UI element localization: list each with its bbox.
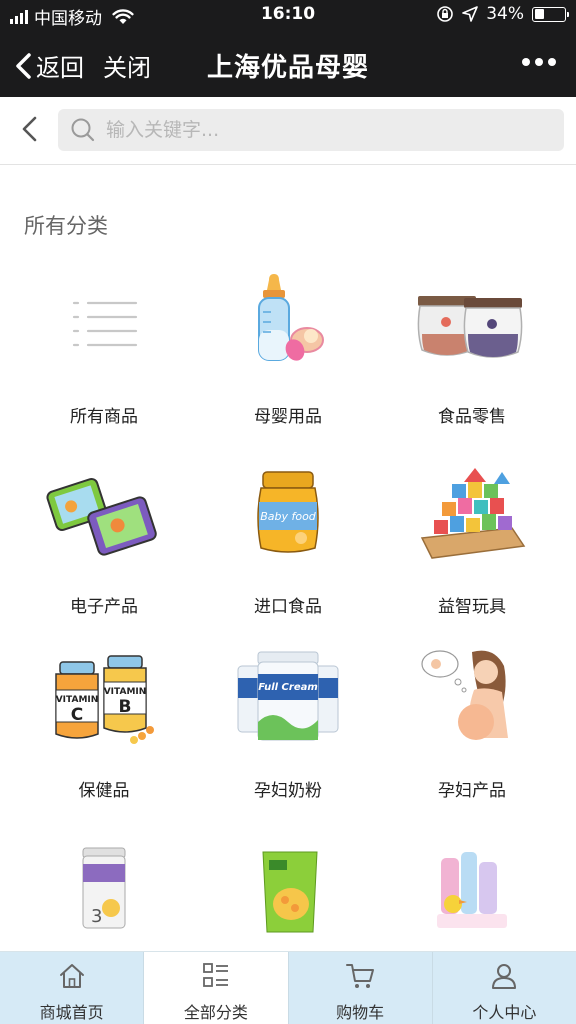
battery-fill xyxy=(534,9,545,19)
category-label: 电子产品 xyxy=(70,597,138,617)
list-icon xyxy=(44,268,164,378)
page-title: 上海优品母婴 xyxy=(206,53,369,83)
home-icon xyxy=(59,964,84,988)
category-icon xyxy=(202,963,228,987)
building-blocks-icon xyxy=(412,458,532,568)
back-button[interactable]: 返回 xyxy=(14,48,84,83)
close-button[interactable]: 关闭 xyxy=(103,48,151,83)
section-title: 所有分类 xyxy=(24,214,108,238)
svg-text:Full Cream: Full Cream xyxy=(258,682,318,693)
category-maternity-products[interactable]: 孕妇产品 xyxy=(376,642,568,801)
search-input[interactable] xyxy=(106,119,546,141)
cereal-box-icon xyxy=(228,838,348,948)
tab-profile[interactable]: 个人中心 xyxy=(432,952,576,1024)
category-maternity-milk[interactable]: Full Cream 孕妇奶粉 xyxy=(192,642,384,801)
nav-bar: 返回 关闭 上海优品母婴 xyxy=(0,30,576,97)
tab-all-categories[interactable]: 全部分类 xyxy=(144,952,289,1024)
category-label: 孕妇奶粉 xyxy=(254,781,322,801)
category-label: 母婴用品 xyxy=(254,407,322,427)
search-box[interactable] xyxy=(58,109,564,151)
tab-home[interactable]: 商城首页 xyxy=(0,952,145,1024)
category-all-products[interactable]: 所有商品 xyxy=(8,268,200,427)
user-icon xyxy=(492,964,517,989)
tab-label: 购物车 xyxy=(336,1003,385,1022)
category-imported-food[interactable]: Baby food 进口食品 xyxy=(192,458,384,617)
rotation-lock-icon xyxy=(437,6,454,22)
battery-icon xyxy=(532,6,569,22)
svg-text:VITAMIN: VITAMIN xyxy=(104,687,147,697)
back-label: 返回 xyxy=(36,54,84,82)
tab-label: 个人中心 xyxy=(472,1003,537,1022)
category-label: 进口食品 xyxy=(254,597,322,617)
category-health-supplements[interactable]: VITAMIN C VITAMIN B 保健品 xyxy=(8,642,200,801)
svg-text:Baby food: Baby food xyxy=(260,510,317,523)
battery-percent: 34% xyxy=(486,4,524,24)
svg-text:VITAMIN: VITAMIN xyxy=(56,695,99,705)
status-bar: 中国移动 16:10 34% xyxy=(0,0,576,30)
tab-bar: 商城首页 全部分类 购物车 个人中心 xyxy=(0,951,576,1024)
baby-food-jar-icon: Baby food xyxy=(228,458,348,568)
vitamin-bottle-icon: VITAMIN C VITAMIN B xyxy=(44,642,164,752)
tab-label: 全部分类 xyxy=(183,1003,248,1022)
jam-jar-icon xyxy=(412,268,532,378)
cart-icon xyxy=(346,964,375,988)
location-icon xyxy=(462,6,479,22)
tab-label: 商城首页 xyxy=(39,1003,104,1022)
category-label: 益智玩具 xyxy=(438,597,506,617)
svg-text:C: C xyxy=(71,705,83,725)
category-food-retail[interactable]: 食品零售 xyxy=(376,268,568,427)
status-right: 34% xyxy=(436,4,569,24)
pregnant-woman-icon xyxy=(412,642,532,752)
svg-text:3: 3 xyxy=(91,906,102,927)
back-arrow-icon[interactable] xyxy=(16,114,44,144)
chevron-left-icon xyxy=(16,52,31,79)
search-bar xyxy=(0,97,576,165)
tab-cart[interactable]: 购物车 xyxy=(288,952,433,1024)
baby-bottle-icon xyxy=(228,268,348,378)
search-icon xyxy=(71,118,95,142)
category-educational-toys[interactable]: 益智玩具 xyxy=(376,458,568,617)
category-electronics[interactable]: 电子产品 xyxy=(8,458,200,617)
milk-powder-can-icon: Full Cream xyxy=(228,642,348,752)
category-label: 所有商品 xyxy=(70,407,138,427)
svg-text:B: B xyxy=(119,697,132,717)
tablet-icon xyxy=(44,458,164,568)
category-label: 食品零售 xyxy=(438,407,506,427)
category-label: 保健品 xyxy=(78,781,130,801)
category-baby-supplies[interactable]: 母婴用品 xyxy=(192,268,384,427)
formula-can-icon: 3 xyxy=(44,838,164,948)
baby-toiletries-icon xyxy=(412,838,532,948)
more-dots-icon[interactable] xyxy=(520,50,558,74)
category-label: 孕妇产品 xyxy=(438,781,506,801)
